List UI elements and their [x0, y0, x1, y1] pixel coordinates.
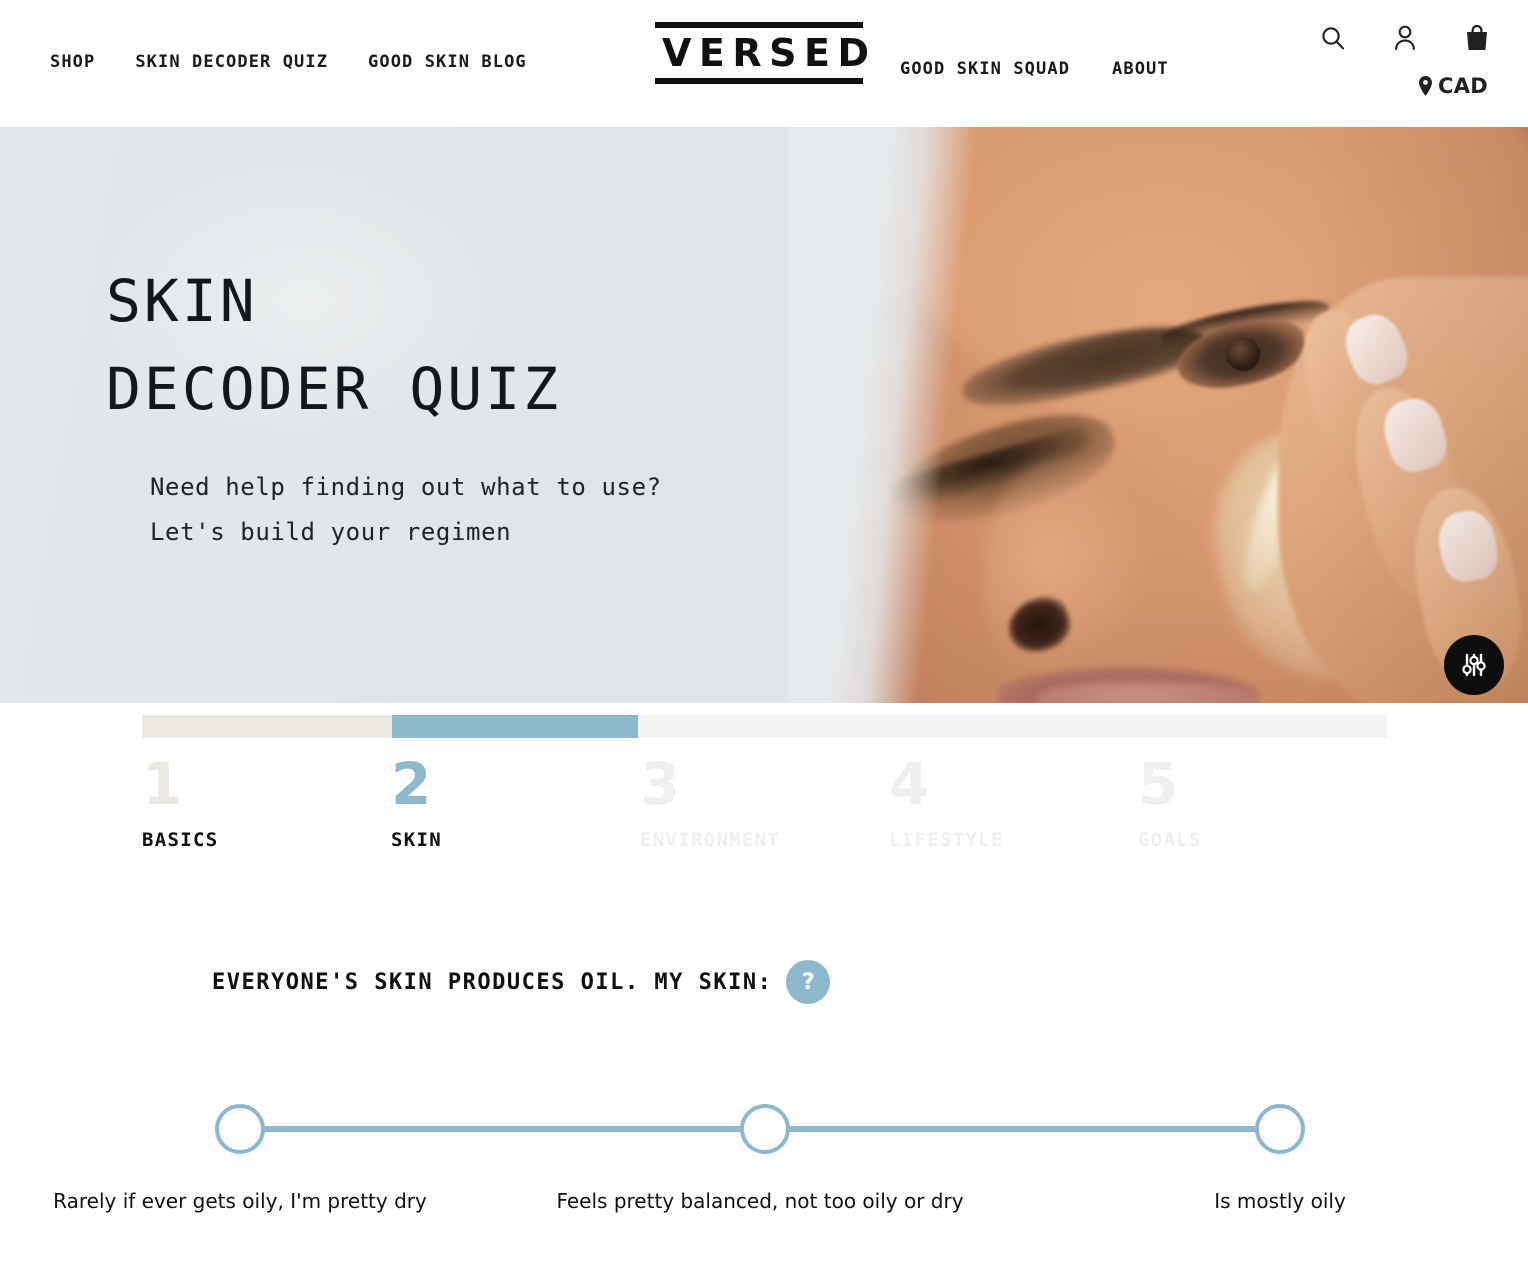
- logo-bar-bottom: [655, 78, 863, 84]
- answer-slider[interactable]: Rarely if ever gets oily, I'm pretty dry…: [0, 1092, 1528, 1272]
- question-row: EVERYONE'S SKIN PRODUCES OIL. MY SKIN: ?: [212, 960, 1528, 1004]
- slider-label-option-1: Rarely if ever gets oily, I'm pretty dry: [53, 1189, 427, 1213]
- hero-banner: SKIN DECODER QUIZ Need help finding out …: [0, 127, 1528, 703]
- nav-shop[interactable]: SHOP: [50, 52, 95, 72]
- quiz-step-basics[interactable]: 1 BASICS: [142, 751, 391, 851]
- hero-title-line-2: DECODER QUIZ: [106, 355, 562, 423]
- nav-good-skin-squad[interactable]: GOOD SKIN SQUAD: [900, 59, 1070, 79]
- slider-label-option-2: Feels pretty balanced, not too oily or d…: [556, 1189, 964, 1213]
- nav-skin-decoder-quiz[interactable]: SKIN DECODER QUIZ: [135, 52, 328, 72]
- slider-knob-option-1[interactable]: [215, 1104, 265, 1154]
- quiz-step-environment[interactable]: 3 ENVIRONMENT: [640, 751, 889, 851]
- help-tooltip-icon[interactable]: ?: [786, 960, 831, 1004]
- accessibility-settings-icon[interactable]: [1444, 635, 1504, 695]
- logo-bar-top: [655, 22, 863, 28]
- step-label: BASICS: [142, 829, 219, 851]
- step-label: ENVIRONMENT: [640, 829, 781, 851]
- nav-good-skin-blog[interactable]: GOOD SKIN BLOG: [368, 52, 527, 72]
- quiz-progress-bar: [142, 715, 1387, 738]
- versed-logo[interactable]: VERSED: [655, 22, 877, 84]
- hero-model-photo: [788, 127, 1528, 703]
- step-label: GOALS: [1138, 829, 1202, 851]
- step-number: 2: [391, 750, 431, 818]
- step-label: SKIN: [391, 829, 442, 851]
- header-icon-group: [1318, 22, 1492, 54]
- quiz-question-block: EVERYONE'S SKIN PRODUCES OIL. MY SKIN: ?: [0, 960, 1528, 1004]
- shopping-bag-icon[interactable]: [1462, 22, 1492, 54]
- hero-subtitle-line-1: Need help finding out what to use?: [150, 473, 662, 501]
- primary-nav-right: GOOD SKIN SQUAD ABOUT: [900, 59, 1169, 79]
- progress-segment-completed: [142, 715, 392, 738]
- location-pin-icon: [1419, 76, 1432, 96]
- step-label: LIFESTYLE: [889, 829, 1004, 851]
- hero-subtitle-line-2: Let's build your regimen: [150, 518, 512, 546]
- slider-knob-option-2[interactable]: [740, 1104, 790, 1154]
- step-number: 4: [889, 750, 929, 818]
- question-text: EVERYONE'S SKIN PRODUCES OIL. MY SKIN:: [212, 969, 773, 995]
- primary-nav-left: SHOP SKIN DECODER QUIZ GOOD SKIN BLOG: [50, 52, 527, 72]
- quiz-progress-section: 1 BASICS 2 SKIN 3 ENVIRONMENT 4 LIFESTYL…: [0, 703, 1528, 851]
- slider-knob-option-3[interactable]: [1255, 1104, 1305, 1154]
- nav-about[interactable]: ABOUT: [1112, 59, 1169, 79]
- logo-wordmark: VERSED: [662, 31, 877, 75]
- step-number: 3: [640, 750, 680, 818]
- site-header: SHOP SKIN DECODER QUIZ GOOD SKIN BLOG VE…: [0, 0, 1528, 127]
- currency-label: CAD: [1438, 74, 1488, 98]
- step-number: 1: [142, 750, 182, 818]
- quiz-step-lifestyle[interactable]: 4 LIFESTYLE: [889, 751, 1138, 851]
- progress-segment-current: [392, 715, 638, 738]
- quiz-step-list: 1 BASICS 2 SKIN 3 ENVIRONMENT 4 LIFESTYL…: [142, 751, 1387, 851]
- account-icon[interactable]: [1390, 22, 1420, 54]
- step-number: 5: [1138, 750, 1178, 818]
- currency-selector[interactable]: CAD: [1417, 74, 1488, 98]
- search-icon[interactable]: [1318, 22, 1348, 54]
- slider-label-option-3: Is mostly oily: [1214, 1189, 1346, 1213]
- hero-copy: SKIN DECODER QUIZ Need help finding out …: [106, 257, 662, 555]
- hero-title-line-1: SKIN: [106, 267, 258, 335]
- quiz-step-goals[interactable]: 5 GOALS: [1138, 751, 1387, 851]
- quiz-step-skin[interactable]: 2 SKIN: [391, 751, 640, 851]
